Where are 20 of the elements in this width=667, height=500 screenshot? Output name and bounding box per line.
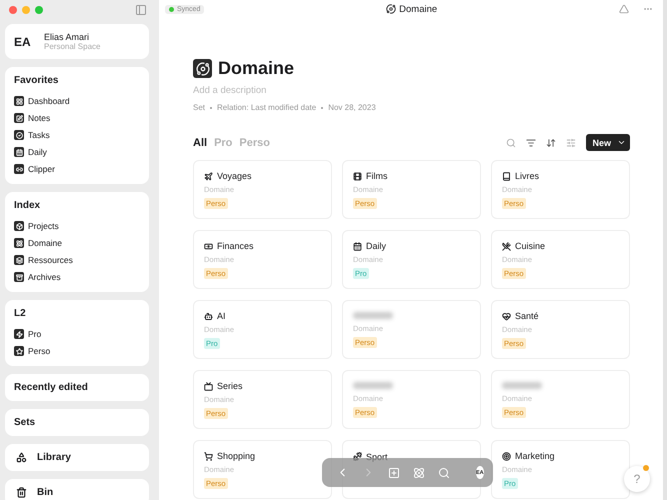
card-title: Cuisine — [515, 241, 546, 251]
card-title: Shopping — [217, 451, 256, 461]
card-title: Voyages — [217, 171, 252, 181]
card-title: Santé — [515, 311, 539, 321]
card-title: Daily — [366, 241, 386, 251]
card-title: Sport — [366, 452, 388, 462]
card-title: Series — [217, 381, 243, 391]
page-title: Domaine — [218, 58, 294, 79]
profile-initials: EA — [14, 34, 32, 48]
profile-name: Elias Amari — [44, 32, 90, 42]
space-name: Personal Space — [44, 42, 100, 51]
card-title: Finances — [217, 241, 254, 251]
meta-text: Set — [193, 103, 206, 112]
card-title: Films — [366, 171, 388, 181]
meta-text: Relation: Last modified date — [217, 103, 316, 112]
window-title: Domaine — [399, 4, 438, 14]
meta-text: Nov 28, 2023 — [328, 103, 376, 112]
card-title: Livres — [515, 171, 540, 181]
card-title: Marketing — [515, 451, 555, 461]
card-title: AI — [217, 311, 226, 321]
